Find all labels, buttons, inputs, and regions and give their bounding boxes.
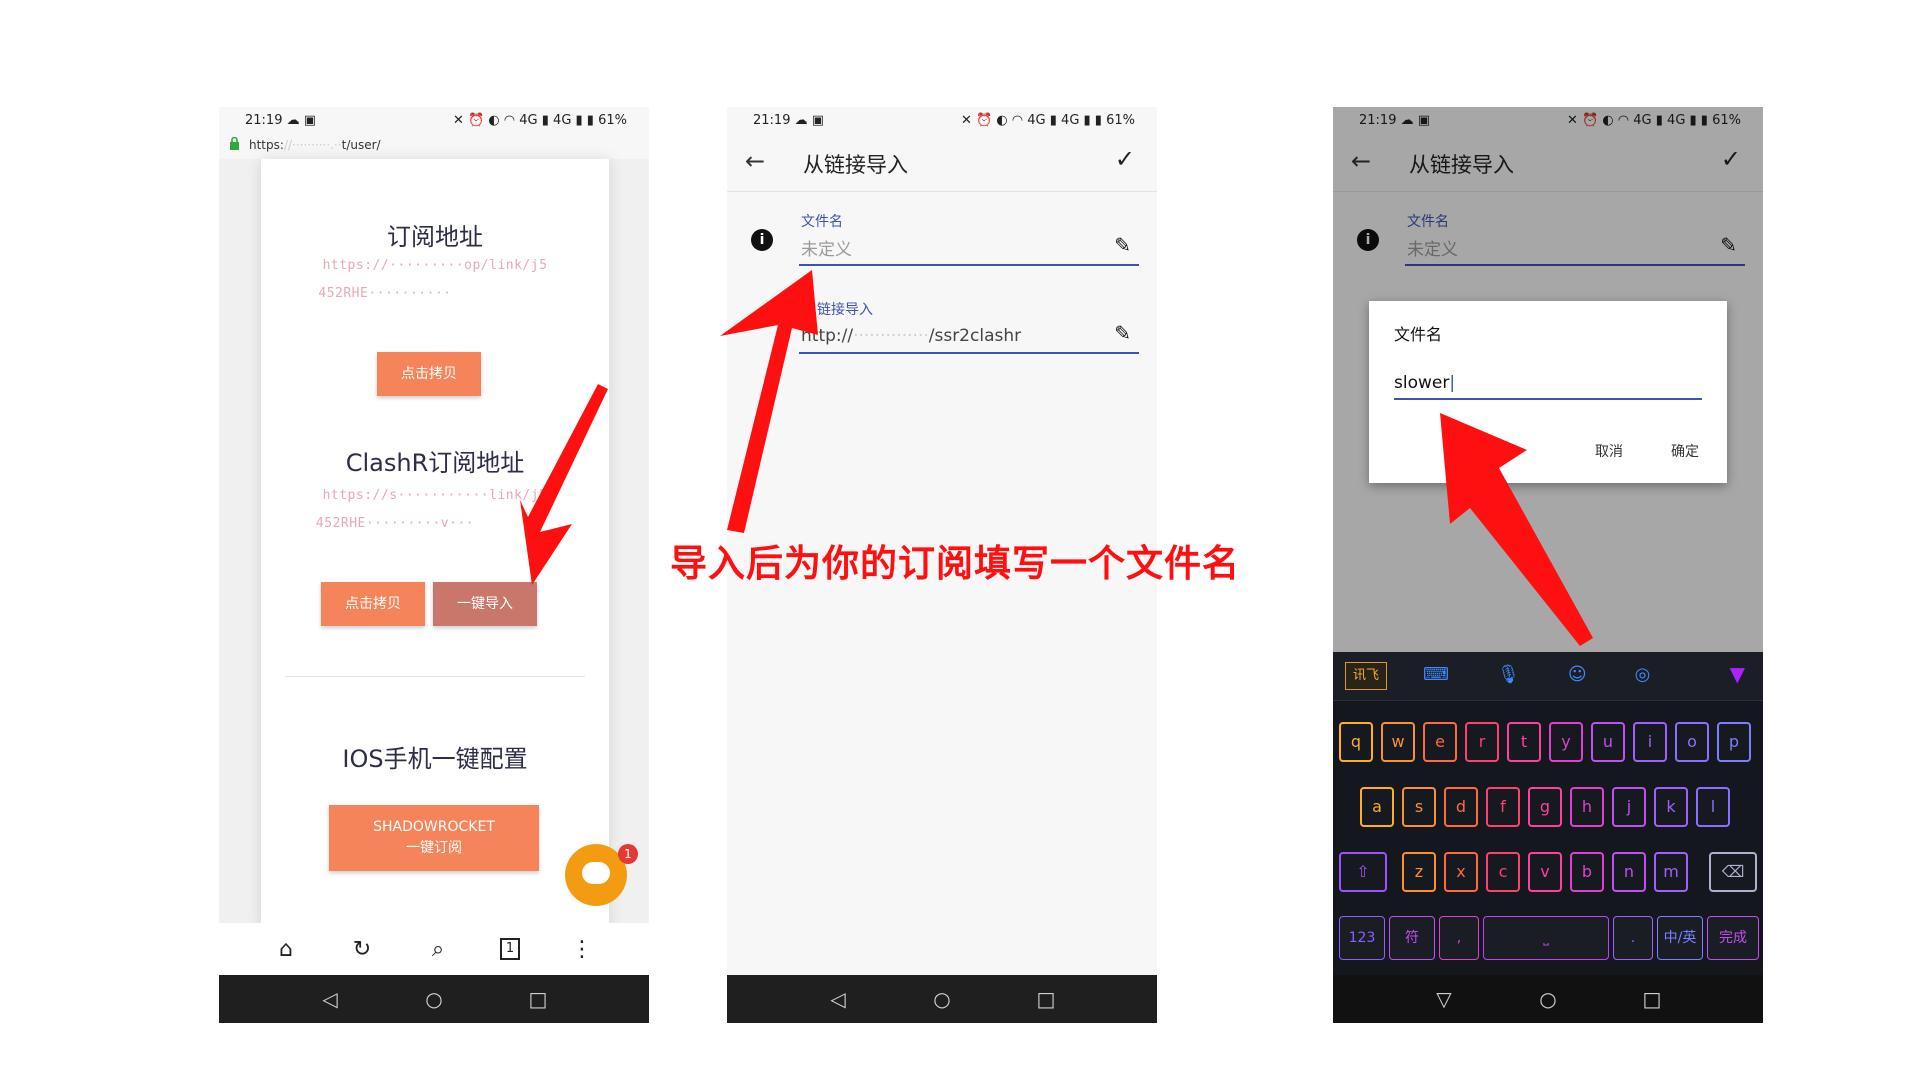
instruction-caption: 导入后为你的订阅填写一个文件名: [670, 542, 1240, 585]
arrow-to-import-button: [520, 384, 608, 585]
arrow-to-filename-field: [720, 270, 818, 533]
arrow-to-dialog-input: [1440, 413, 1593, 646]
